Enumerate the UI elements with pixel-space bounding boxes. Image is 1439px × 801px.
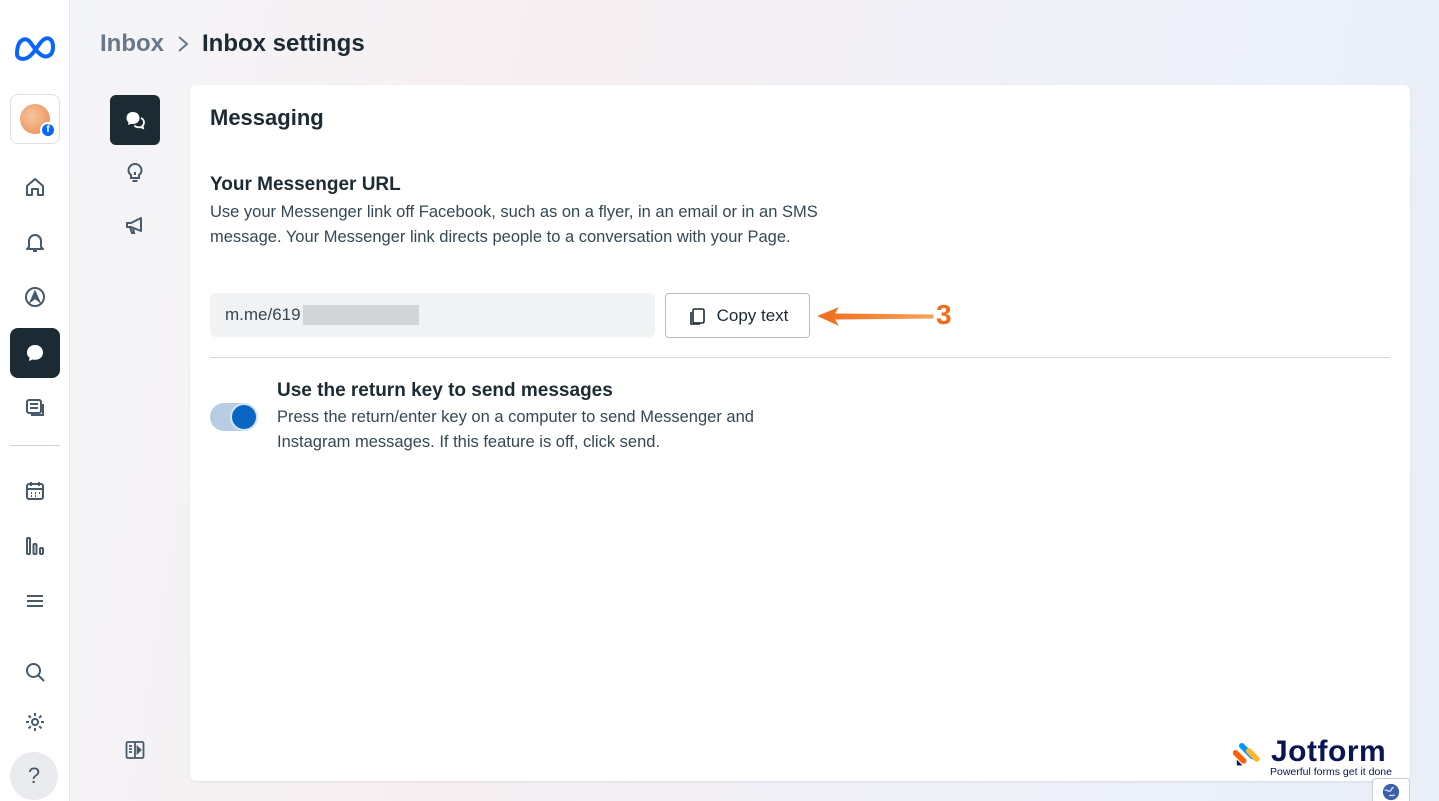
- page-title: Inbox settings: [202, 30, 365, 57]
- copy-text-label: Copy text: [716, 305, 789, 325]
- megaphone-icon[interactable]: [110, 202, 160, 248]
- breadcrumb-inbox-link[interactable]: Inbox: [100, 30, 164, 58]
- left-nav-rail: f ?: [0, 0, 70, 801]
- panel-toggle-icon[interactable]: [110, 727, 160, 773]
- globe-icon[interactable]: [1372, 778, 1410, 801]
- copy-icon: [689, 307, 705, 325]
- jotform-watermark: Jotform Powerful forms get it done: [1233, 735, 1408, 783]
- compass-icon[interactable]: [10, 277, 60, 317]
- annotation-step-number: 3: [936, 299, 952, 330]
- home-icon[interactable]: [10, 167, 60, 207]
- jotform-logo-icon: [1233, 742, 1260, 766]
- return-key-title: Use the return key to send messages: [277, 380, 613, 401]
- breadcrumb: Inbox Inbox settings: [100, 28, 365, 60]
- redacted-block: [302, 305, 419, 325]
- chevron-right-icon: [178, 36, 189, 52]
- jotform-tagline: Powerful forms get it done: [1270, 766, 1392, 778]
- search-icon[interactable]: [10, 652, 60, 692]
- help-icon[interactable]: ?: [10, 752, 58, 800]
- menu-icon[interactable]: [10, 581, 60, 621]
- facebook-badge-icon: f: [40, 122, 56, 138]
- messenger-url-description: Use your Messenger link off Facebook, su…: [210, 203, 818, 246]
- messenger-url-field[interactable]: m.me/619: [210, 293, 655, 337]
- messenger-url-title: Your Messenger URL: [210, 174, 401, 195]
- section-divider: [210, 357, 1390, 358]
- chat-bubbles-icon[interactable]: [110, 95, 160, 145]
- return-key-description: Press the return/enter key on a computer…: [277, 408, 754, 451]
- content-icon[interactable]: [10, 387, 60, 427]
- jotform-name: Jotform: [1271, 735, 1387, 768]
- rail-divider: [10, 445, 60, 446]
- messenger-icon[interactable]: [10, 328, 60, 378]
- page-avatar[interactable]: f: [10, 94, 60, 144]
- card-title: Messaging: [210, 105, 324, 130]
- messaging-settings-card: Messaging Your Messenger URL Use your Me…: [190, 85, 1410, 781]
- copy-text-button[interactable]: Copy text: [665, 293, 810, 338]
- lightbulb-icon[interactable]: [110, 150, 160, 196]
- messenger-url-value: m.me/619: [225, 305, 301, 324]
- return-key-toggle[interactable]: [210, 403, 258, 431]
- gear-icon[interactable]: [10, 702, 60, 742]
- insights-icon[interactable]: [10, 526, 60, 566]
- calendar-icon[interactable]: [10, 471, 60, 511]
- bell-icon[interactable]: [10, 222, 60, 262]
- toggle-knob: [230, 403, 258, 431]
- meta-logo-icon[interactable]: [11, 30, 59, 62]
